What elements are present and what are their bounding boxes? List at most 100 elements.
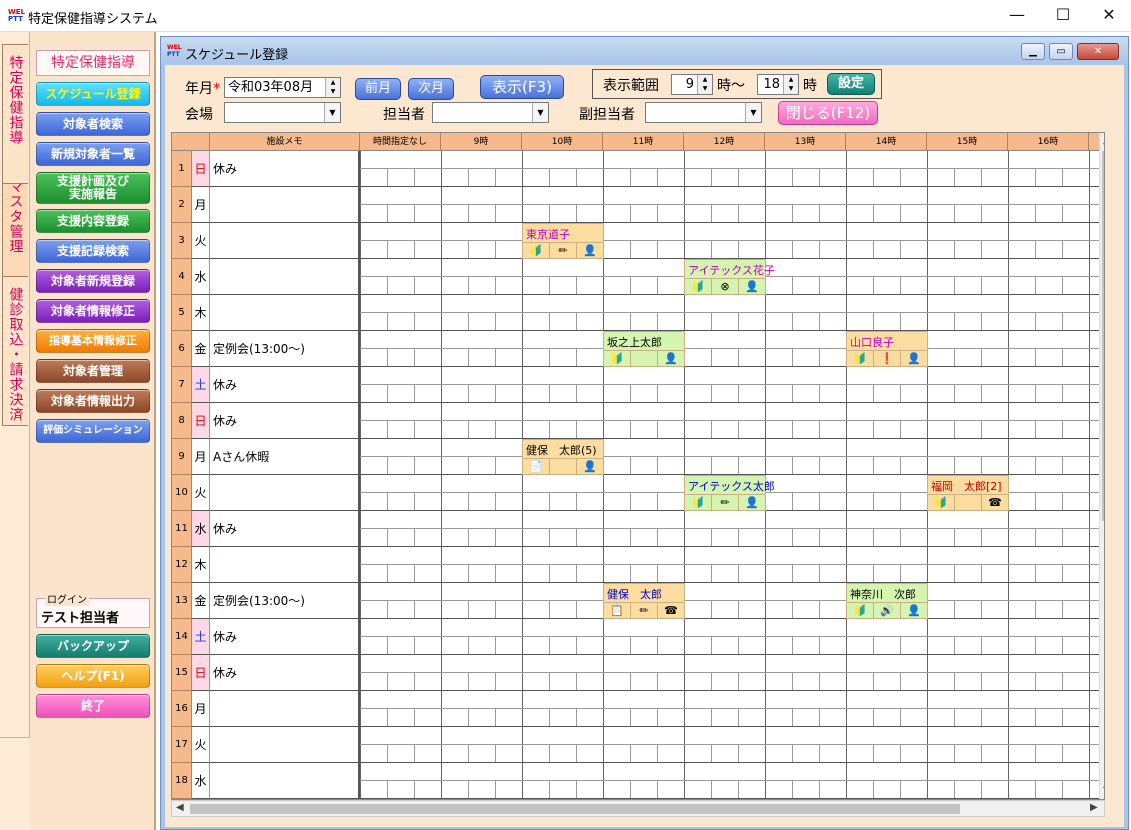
sub-staff-select[interactable]: ▼ [645, 102, 762, 123]
subject-search-button[interactable]: 対象者検索 [36, 112, 150, 136]
appointment-status-icon[interactable]: ✏ [712, 494, 739, 511]
range-end-input[interactable]: 18 ▲ ▼ [757, 74, 799, 95]
chevron-down-icon[interactable]: ▼ [324, 103, 340, 122]
evaluation-simulation-button[interactable]: 評価シミュレーション [36, 419, 150, 443]
appointment-status-icon[interactable]: 👤 [901, 602, 928, 619]
row-facility-memo[interactable] [210, 727, 360, 763]
row-facility-memo[interactable] [210, 475, 360, 511]
row-facility-memo[interactable]: 休み [210, 511, 360, 547]
appointment-status-icon[interactable]: 👤 [739, 278, 766, 295]
appointment-status-icon[interactable]: ✏ [631, 602, 658, 619]
appointment-status-icon[interactable]: ⊗ [712, 278, 739, 295]
row-time-slots[interactable] [360, 727, 1105, 763]
row-time-slots[interactable] [360, 223, 1105, 259]
scroll-right-icon[interactable]: ▶ [1090, 802, 1098, 813]
maximize-button[interactable]: ☐ [1040, 0, 1086, 32]
row-time-slots[interactable] [360, 691, 1105, 727]
appointment-status-icon[interactable]: ☎ [658, 602, 685, 619]
schedule-register-button[interactable]: スケジュール登録 [36, 82, 150, 106]
subject-management-button[interactable]: 対象者管理 [36, 359, 150, 383]
appointment-status-icon[interactable]: 👤 [658, 350, 685, 367]
minimize-button[interactable]: — [994, 0, 1040, 32]
scroll-up-icon[interactable]: ▲ [1103, 135, 1104, 146]
appointment-status-icon[interactable]: 📄 [523, 458, 550, 475]
row-time-slots[interactable] [360, 151, 1105, 187]
new-subject-list-button[interactable]: 新規対象者一覧 [36, 142, 150, 166]
appointment-card[interactable]: 健保 太郎(5)📄·👤 [522, 439, 604, 475]
appointment-status-icon[interactable]: 👤 [901, 350, 928, 367]
support-content-register-button[interactable]: 支援内容登録 [36, 209, 150, 233]
row-time-slots[interactable] [360, 187, 1105, 223]
exit-button[interactable]: 終了 [36, 694, 150, 718]
appointment-status-icon[interactable]: 🔰 [928, 494, 955, 511]
child-close-button[interactable]: ✕ [1077, 43, 1119, 60]
row-facility-memo[interactable]: 休み [210, 655, 360, 691]
range-start-spinner[interactable]: ▲ ▼ [697, 75, 712, 94]
support-record-search-button[interactable]: 支援記録検索 [36, 239, 150, 263]
row-facility-memo[interactable] [210, 187, 360, 223]
row-facility-memo[interactable]: 休み [210, 151, 360, 187]
row-facility-memo[interactable]: 休み [210, 403, 360, 439]
row-time-slots[interactable] [360, 547, 1105, 583]
appointment-status-icon[interactable]: 🔰 [847, 350, 874, 367]
horizontal-scroll-thumb[interactable] [190, 804, 960, 814]
chevron-down-icon[interactable]: ▼ [745, 103, 761, 122]
appointment-card[interactable]: 東京道子 🔰 ✏ 👤 [522, 223, 604, 259]
horizontal-scrollbar[interactable]: ◀ ▶ [171, 800, 1105, 817]
appointment-status-icon[interactable]: · [550, 458, 577, 475]
appointment-status-icon[interactable]: ☎ [982, 494, 1009, 511]
appointment-card[interactable]: 神奈川 次郎 🔰 🔊 👤 [846, 583, 928, 619]
help-button[interactable]: ヘルプ(F1) [36, 664, 150, 688]
row-time-slots[interactable] [360, 367, 1105, 403]
appointment-status-icon[interactable]: 👤 [577, 242, 604, 259]
appointment-card[interactable]: 福岡 太郎[2]🔰·☎ [927, 475, 1009, 511]
set-button[interactable]: 設定 [827, 73, 875, 95]
row-facility-memo[interactable]: Aさん休暇 [210, 439, 360, 475]
row-time-slots[interactable] [360, 403, 1105, 439]
subject-info-edit-button[interactable]: 対象者情報修正 [36, 299, 150, 323]
appointment-status-icon[interactable]: 🔰 [604, 350, 631, 367]
row-time-slots[interactable] [360, 295, 1105, 331]
row-facility-memo[interactable] [210, 223, 360, 259]
appointment-card[interactable]: 坂之上太郎🔰·👤 [603, 331, 685, 367]
staff-select[interactable]: ▼ [432, 102, 549, 123]
next-month-button[interactable]: 次月 [408, 78, 454, 100]
month-input[interactable]: 令和03年08月 ▲ ▼ [224, 77, 341, 98]
scroll-down-icon[interactable]: ▼ [1103, 785, 1104, 796]
backup-button[interactable]: バックアップ [36, 634, 150, 658]
vertical-scroll-thumb[interactable] [1102, 151, 1104, 521]
row-time-slots[interactable] [360, 763, 1105, 799]
tab-import-billing[interactable]: 健診取込・請求決済 [2, 276, 28, 426]
appointment-status-icon[interactable]: 🔰 [685, 494, 712, 511]
range-end-spinner[interactable]: ▲ ▼ [783, 75, 798, 94]
row-facility-memo[interactable] [210, 547, 360, 583]
row-facility-memo[interactable]: 定例会(13:00～) [210, 583, 360, 619]
row-facility-memo[interactable]: 休み [210, 619, 360, 655]
row-facility-memo[interactable] [210, 259, 360, 295]
appointment-status-icon[interactable]: ✏ [550, 242, 577, 259]
child-restore-button[interactable]: ▭ [1049, 43, 1073, 60]
appointment-status-icon[interactable]: 🔰 [847, 602, 874, 619]
appointment-status-icon[interactable]: 👤 [577, 458, 604, 475]
row-facility-memo[interactable]: 定例会(13:00～) [210, 331, 360, 367]
vertical-scrollbar[interactable]: ▲ ▼ [1099, 133, 1104, 799]
child-minimize-button[interactable]: ▁ [1021, 43, 1045, 60]
range-start-input[interactable]: 9 ▲ ▼ [671, 74, 713, 95]
appointment-status-icon[interactable]: 🔊 [874, 602, 901, 619]
appointment-card[interactable]: アイテックス花子 🔰 ⊗ 👤 [684, 259, 775, 295]
row-time-slots[interactable] [360, 655, 1105, 691]
row-facility-memo[interactable] [210, 295, 360, 331]
row-facility-memo[interactable] [210, 691, 360, 727]
row-time-slots[interactable] [360, 583, 1105, 619]
appointment-status-icon[interactable]: 📋 [604, 602, 631, 619]
appointment-status-icon[interactable]: 🔰 [523, 242, 550, 259]
scroll-left-icon[interactable]: ◀ [176, 802, 184, 813]
month-spinner[interactable]: ▲ ▼ [325, 78, 340, 97]
chevron-down-icon[interactable]: ▼ [532, 103, 548, 122]
row-time-slots[interactable] [360, 511, 1105, 547]
close-button[interactable]: ✕ [1086, 0, 1131, 32]
close-form-button[interactable]: 閉じる(F12) [778, 101, 878, 125]
appointment-card[interactable]: 健保 太郎 📋 ✏ ☎ [603, 583, 685, 619]
subject-info-export-button[interactable]: 対象者情報出力 [36, 389, 150, 413]
appointment-card[interactable]: アイテックス太郎 🔰 ✏ 👤 [684, 475, 775, 511]
